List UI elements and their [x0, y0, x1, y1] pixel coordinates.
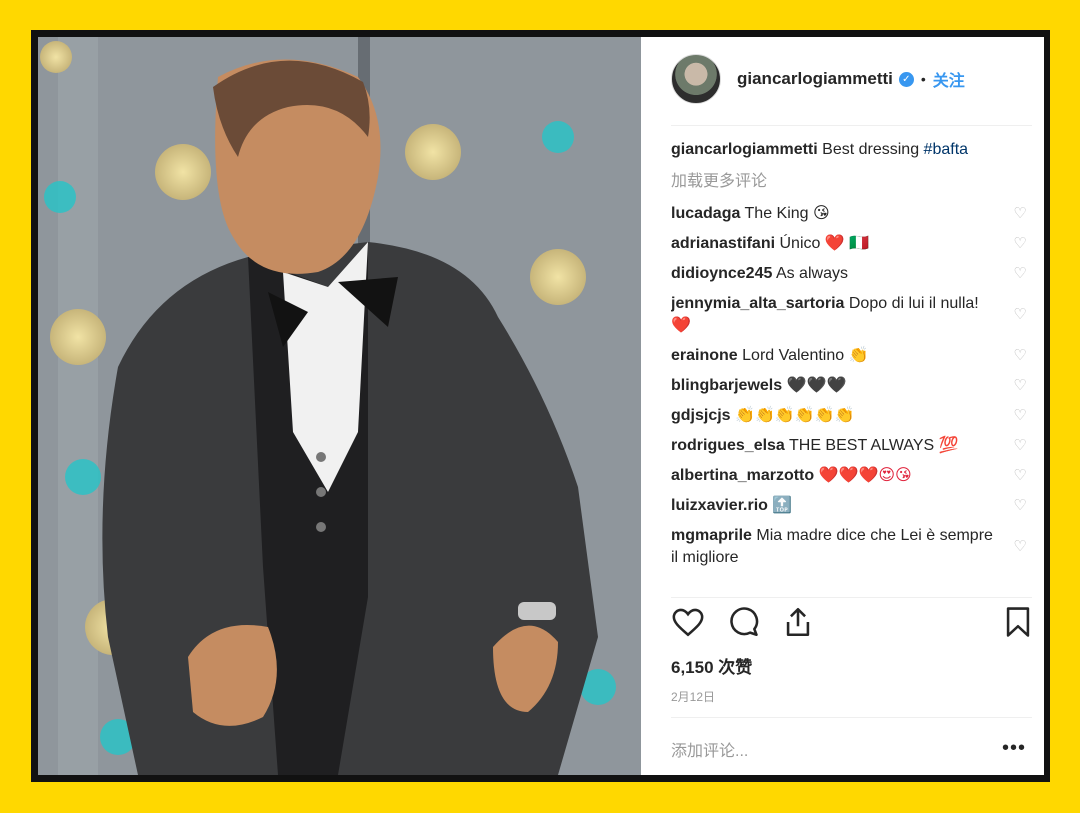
comment-username[interactable]: blingbarjewels [671, 377, 782, 394]
comment-username[interactable]: lucadaga [671, 205, 740, 222]
comment-text: Dopo di lui il nulla! [848, 295, 979, 312]
comment-heart-icon[interactable]: ♡ [1012, 498, 1028, 514]
follow-button[interactable]: 关注 [933, 67, 965, 91]
comment-heart-icon[interactable]: ♡ [1012, 438, 1028, 454]
comment-emoji: 🖤🖤🖤 [786, 377, 847, 394]
post-photo[interactable] [38, 37, 641, 775]
caption-username[interactable]: giancarlogiammetti [671, 141, 818, 158]
comments-list[interactable]: giancarlogiammetti Best dressing #bafta … [671, 139, 1030, 589]
comment-emoji: ❤️ [671, 317, 691, 334]
post-date: 2月12日 [671, 690, 716, 704]
comment-text: Único [779, 235, 821, 252]
comment-username[interactable]: luizxavier.rio [671, 497, 768, 514]
header-divider [671, 125, 1032, 126]
load-more-comments[interactable]: 加载更多评论 [671, 171, 1030, 193]
comment-username[interactable]: rodrigues_elsa [671, 437, 785, 454]
comment-heart-icon[interactable]: ♡ [1012, 348, 1028, 364]
actions-divider [671, 597, 1032, 598]
comment-username[interactable]: jennymia_alta_sartoria [671, 295, 844, 312]
comment-text: As always [775, 265, 848, 282]
comment-row: erainone Lord Valentino 👏 ♡ [671, 345, 1030, 367]
comment-row: blingbarjewels 🖤🖤🖤 ♡ [671, 375, 1030, 397]
caption: giancarlogiammetti Best dressing #bafta [671, 139, 1030, 161]
comment-icon[interactable] [726, 605, 760, 639]
comment-emoji: 🔝 [772, 497, 793, 514]
comment-username[interactable]: albertina_marzotto [671, 467, 814, 484]
comment-username[interactable]: mgmaprile [671, 527, 752, 544]
comment-row: adrianastifani Único ❤️ 🇮🇹 ♡ [671, 233, 1030, 255]
header-username[interactable]: giancarlogiammetti [737, 69, 893, 89]
comment-text: THE BEST ALWAYS [788, 437, 935, 454]
photo-illustration [38, 37, 641, 775]
share-icon[interactable] [781, 605, 815, 639]
comment-heart-icon[interactable]: ♡ [1012, 266, 1028, 282]
comment-text: Lord Valentino [742, 347, 845, 364]
comment-heart-icon[interactable]: ♡ [1012, 468, 1028, 484]
comment-heart-icon[interactable]: ♡ [1012, 539, 1028, 555]
bookmark-icon[interactable] [1001, 605, 1035, 639]
comment-row: luizxavier.rio 🔝 ♡ [671, 495, 1030, 517]
comment-emoji: 💯 [938, 437, 959, 454]
comment-text: The King [744, 205, 809, 222]
comment-username[interactable]: didioynce245 [671, 265, 772, 282]
more-options-icon[interactable]: ••• [1002, 737, 1026, 760]
hashtag-link[interactable]: #bafta [924, 141, 968, 158]
comment-heart-icon[interactable]: ♡ [1012, 236, 1028, 252]
comment-username[interactable]: erainone [671, 347, 738, 364]
post-side-panel: giancarlogiammetti ✓ • 关注 giancarlogiamm… [641, 37, 1044, 775]
comment-emoji: 👏👏👏👏👏👏 [735, 407, 855, 424]
comment-emoji: ❤️ 🇮🇹 [824, 235, 870, 252]
like-count[interactable]: 6,150 次赞 [671, 653, 752, 678]
comment-input-divider [671, 717, 1032, 718]
verified-icon: ✓ [898, 71, 914, 87]
comment-heart-icon[interactable]: ♡ [1012, 307, 1028, 323]
separator-dot: • [920, 71, 926, 87]
comment-heart-icon[interactable]: ♡ [1012, 206, 1028, 222]
avatar[interactable] [671, 54, 721, 104]
comment-emoji: 👏 [848, 347, 869, 364]
comment-row: gdjsjcjs 👏👏👏👏👏👏 ♡ [671, 405, 1030, 427]
comment-row: lucadaga The King 😘 ♡ [671, 203, 1030, 225]
comment-emoji: ❤️❤️❤️😍😘 [818, 467, 912, 484]
caption-text: Best dressing [822, 141, 920, 158]
comment-username[interactable]: gdjsjcjs [671, 407, 731, 424]
comment-heart-icon[interactable]: ♡ [1012, 378, 1028, 394]
comment-row: didioynce245 As always ♡ [671, 263, 1030, 285]
comment-heart-icon[interactable]: ♡ [1012, 408, 1028, 424]
comment-username[interactable]: adrianastifani [671, 235, 775, 252]
action-bar [671, 605, 1031, 639]
like-icon[interactable] [671, 605, 705, 639]
post-header: giancarlogiammetti ✓ • 关注 [671, 51, 1024, 107]
comment-row: rodrigues_elsa THE BEST ALWAYS 💯 ♡ [671, 435, 1030, 457]
comment-row: mgmaprile Mia madre dice che Lei è sempr… [671, 525, 1030, 569]
comment-emoji: 😘 [813, 205, 830, 222]
add-comment-input[interactable]: 添加评论... [671, 737, 748, 761]
comment-row: albertina_marzotto ❤️❤️❤️😍😘 ♡ [671, 465, 1030, 487]
comment-row: jennymia_alta_sartoria Dopo di lui il nu… [671, 293, 1030, 337]
